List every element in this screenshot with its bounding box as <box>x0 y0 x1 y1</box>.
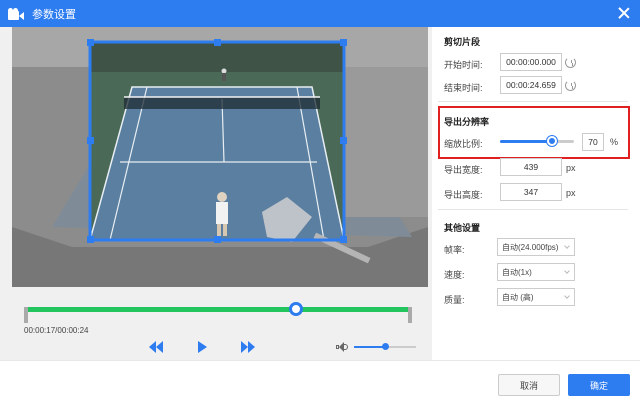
trim-start-handle[interactable] <box>24 307 28 323</box>
chevron-down-icon <box>564 268 570 274</box>
speed-label: 速度: <box>444 270 465 280</box>
width-input[interactable]: 439 <box>500 158 562 176</box>
chevron-down-icon <box>564 293 570 299</box>
playhead-handle[interactable] <box>288 302 303 316</box>
video-frame <box>12 27 428 287</box>
trim-end-handle[interactable] <box>408 307 412 323</box>
end-time-label: 结束时间: <box>444 83 483 93</box>
quality-label: 质量: <box>444 295 465 305</box>
video-preview <box>12 27 428 287</box>
speed-select[interactable]: 自动(1x) <box>497 263 575 281</box>
speed-value: 自动(1x) <box>502 267 532 277</box>
scale-slider[interactable] <box>500 136 574 146</box>
reset-end-icon[interactable] <box>565 80 576 91</box>
end-time-input[interactable]: 00:00:24.659 <box>500 76 562 94</box>
height-unit: px <box>566 188 576 198</box>
other-section-title: 其他设置 <box>444 223 481 233</box>
settings-panel: 剪切片段 开始时间: 00:00:00.000 结束时间: 00:00:24.6… <box>432 27 640 360</box>
height-input[interactable]: 347 <box>500 183 562 201</box>
preview-panel: 00:00:17/00:00:24 <box>0 27 432 360</box>
ok-button[interactable]: 确定 <box>568 374 630 396</box>
video-camera-icon <box>8 7 24 20</box>
framerate-value: 自动(24.000fps) <box>502 242 559 252</box>
quality-select[interactable]: 自动 (高) <box>497 288 575 306</box>
scale-unit: % <box>610 137 619 147</box>
footer-bar: 取消 确定 <box>0 360 640 407</box>
reset-start-icon[interactable] <box>565 57 576 68</box>
volume-slider[interactable] <box>354 343 416 350</box>
resolution-section-title: 导出分辨率 <box>444 117 490 127</box>
window-title: 参数设置 <box>32 8 76 21</box>
divider <box>438 101 628 102</box>
start-time-label: 开始时间: <box>444 60 483 70</box>
width-label: 导出宽度: <box>444 165 483 175</box>
scale-input[interactable]: 70 <box>582 133 604 151</box>
volume-icon[interactable] <box>336 341 348 353</box>
start-time-input[interactable]: 00:00:00.000 <box>500 53 562 71</box>
width-unit: px <box>566 163 576 173</box>
divider <box>438 209 628 210</box>
trim-section-title: 剪切片段 <box>444 37 481 47</box>
quality-value: 自动 (高) <box>502 292 534 302</box>
playback-time: 00:00:17/00:00:24 <box>24 326 89 335</box>
timeline-track[interactable] <box>24 307 412 312</box>
scale-label: 缩放比例: <box>444 139 483 149</box>
play-icon[interactable] <box>194 340 210 354</box>
close-icon[interactable] <box>618 7 630 19</box>
chevron-down-icon <box>564 243 570 249</box>
title-bar: 参数设置 <box>0 0 640 27</box>
rewind-icon[interactable] <box>148 340 164 354</box>
playback-controls <box>148 340 256 354</box>
cancel-button[interactable]: 取消 <box>498 374 560 396</box>
framerate-select[interactable]: 自动(24.000fps) <box>497 238 575 256</box>
volume-knob[interactable] <box>382 343 389 350</box>
height-label: 导出高度: <box>444 190 483 200</box>
timeline[interactable] <box>24 302 412 323</box>
fast-forward-icon[interactable] <box>240 340 256 354</box>
framerate-label: 帧率: <box>444 245 465 255</box>
scale-knob[interactable] <box>546 136 557 146</box>
